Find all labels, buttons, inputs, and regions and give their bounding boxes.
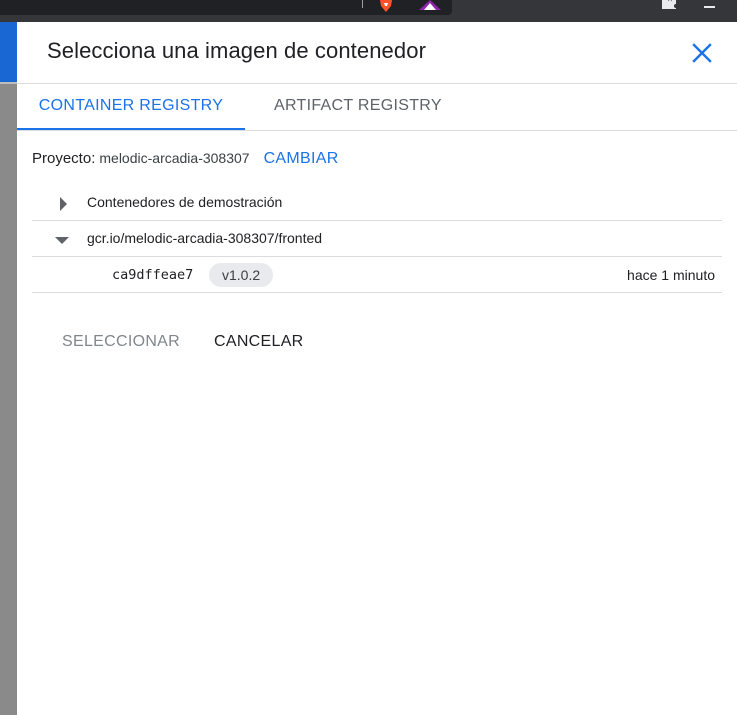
minimize-icon[interactable] bbox=[704, 6, 715, 8]
image-tree: Contenedores de demostración gcr.io/melo… bbox=[32, 185, 722, 293]
warning-triangle-icon[interactable] bbox=[419, 0, 441, 10]
page-overlay bbox=[0, 82, 17, 715]
expand-arrow-icon[interactable] bbox=[60, 197, 67, 211]
browser-toolbar bbox=[0, 0, 737, 22]
page-header-backdrop bbox=[0, 22, 17, 82]
tab-container-registry[interactable]: CONTAINER REGISTRY bbox=[17, 84, 245, 130]
tabs-divider bbox=[17, 130, 737, 131]
close-icon[interactable] bbox=[689, 40, 715, 66]
change-project-button[interactable]: CAMBIAR bbox=[264, 150, 339, 168]
registry-tabs: CONTAINER REGISTRY ARTIFACT REGISTRY bbox=[17, 84, 737, 130]
tree-item-demo-containers[interactable]: Contenedores de demostración bbox=[32, 185, 722, 221]
collapse-arrow-icon[interactable] bbox=[55, 237, 69, 244]
toolbar-separator bbox=[362, 0, 363, 8]
puzzle-icon[interactable] bbox=[660, 0, 678, 9]
image-row[interactable]: ca9dffeae7 v1.0.2 hace 1 minuto bbox=[32, 257, 722, 293]
image-digest[interactable]: ca9dffeae7 bbox=[112, 267, 193, 283]
image-timestamp: hace 1 minuto bbox=[627, 267, 715, 283]
select-image-dialog: Selecciona una imagen de contenedor CONT… bbox=[17, 22, 737, 715]
project-row: Proyecto: melodic-arcadia-308307 CAMBIAR bbox=[32, 150, 339, 172]
project-label: Proyecto: bbox=[32, 150, 96, 167]
dialog-title: Selecciona una imagen de contenedor bbox=[47, 38, 426, 63]
select-button[interactable]: SELECCIONAR bbox=[62, 333, 180, 351]
tree-item-label: Contenedores de demostración bbox=[87, 194, 283, 210]
tab-label: CONTAINER REGISTRY bbox=[38, 97, 224, 114]
brave-icon[interactable] bbox=[377, 0, 395, 12]
tab-label: ARTIFACT REGISTRY bbox=[274, 97, 442, 114]
project-id: melodic-arcadia-308307 bbox=[99, 150, 250, 166]
tab-artifact-registry[interactable]: ARTIFACT REGISTRY bbox=[274, 84, 442, 130]
tree-item-label: gcr.io/melodic-arcadia-308307/fronted bbox=[87, 230, 323, 246]
tree-item-repository[interactable]: gcr.io/melodic-arcadia-308307/fronted bbox=[32, 221, 722, 257]
cancel-button[interactable]: CANCELAR bbox=[214, 333, 304, 351]
image-tag-chip: v1.0.2 bbox=[209, 263, 274, 287]
